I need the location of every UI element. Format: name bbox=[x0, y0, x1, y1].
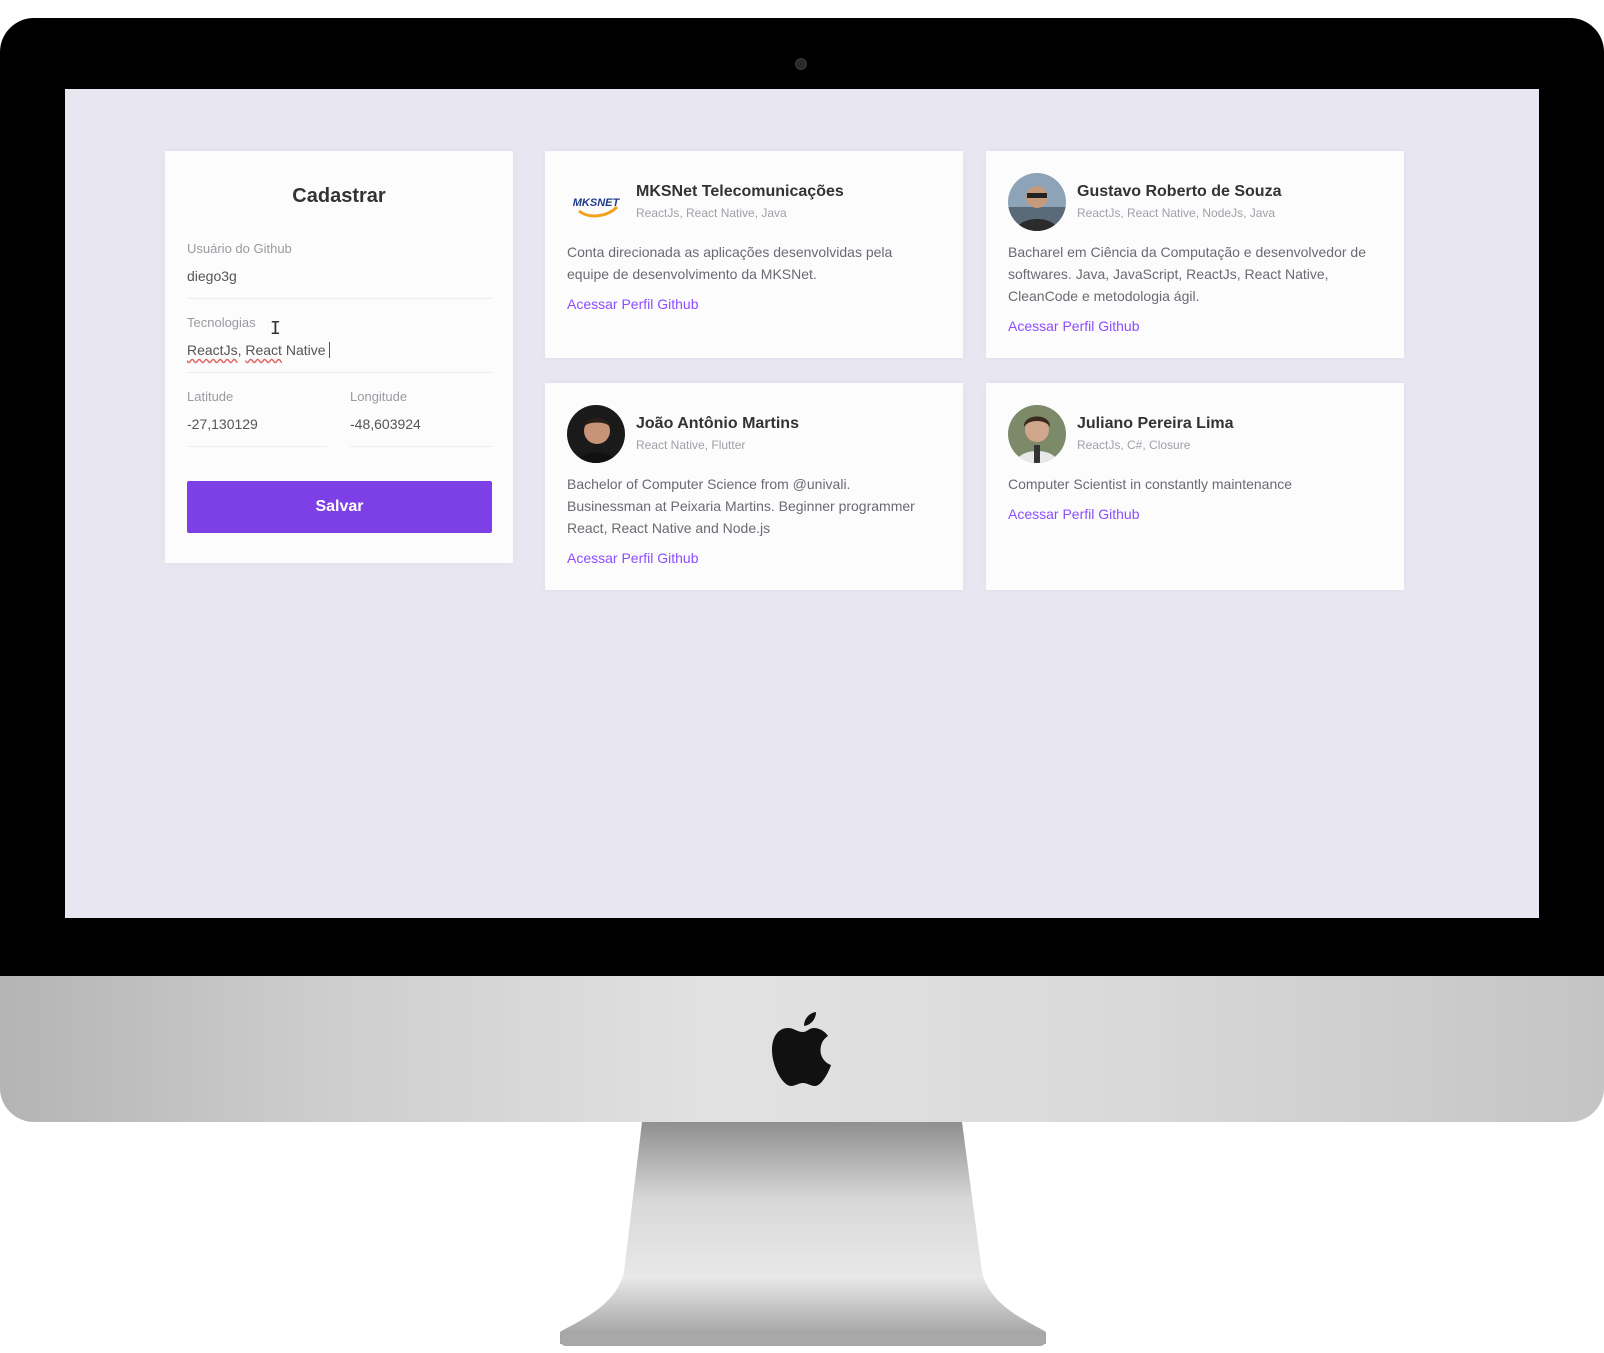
techs-input[interactable]: ReactJs, React Native bbox=[187, 342, 492, 373]
latitude-field: Latitude -27,130129 bbox=[187, 389, 327, 447]
mksnet-logo-text: MKSNET bbox=[573, 197, 621, 209]
github-user-label: Usuário do Github bbox=[187, 241, 292, 256]
dev-bio: Conta direcionada as aplicações desenvol… bbox=[567, 244, 893, 282]
dev-name: Gustavo Roberto de Souza bbox=[1077, 183, 1282, 200]
dev-card: MKSNET MKSNet Telecomunicações ReactJs, … bbox=[545, 151, 963, 358]
apple-logo-icon bbox=[772, 1012, 831, 1086]
dev-card: João Antônio Martins React Native, Flutt… bbox=[545, 383, 963, 590]
dev-card: Gustavo Roberto de Souza ReactJs, React … bbox=[986, 151, 1404, 358]
text-caret bbox=[328, 342, 330, 358]
github-profile-link[interactable]: Acessar Perfil Github bbox=[567, 296, 699, 312]
github-user-input[interactable]: diego3g bbox=[187, 268, 492, 299]
latitude-label: Latitude bbox=[187, 389, 234, 404]
app-screen: Cadastrar Usuário do Github diego3g Tecn… bbox=[65, 89, 1539, 918]
monitor-chin bbox=[0, 976, 1604, 1122]
dev-card: Juliano Pereira Lima ReactJs, C#, Closur… bbox=[986, 383, 1404, 590]
user-photo-icon bbox=[1008, 405, 1066, 463]
techs-value-part3: Native bbox=[281, 342, 326, 358]
dev-bio: Computer Scientist in constantly mainten… bbox=[1008, 476, 1293, 492]
latitude-input[interactable]: -27,130129 bbox=[187, 416, 327, 447]
user-photo-icon bbox=[1008, 173, 1066, 231]
longitude-field: Longitude -48,603924 bbox=[350, 389, 492, 447]
techs-label: Tecnologias bbox=[187, 315, 256, 330]
save-button[interactable]: Salvar bbox=[187, 481, 492, 533]
dev-techs: ReactJs, React Native, Java bbox=[636, 206, 787, 220]
dev-techs: React Native, Flutter bbox=[636, 438, 746, 452]
github-user-field: Usuário do Github diego3g bbox=[187, 241, 492, 299]
dev-name: Juliano Pereira Lima bbox=[1077, 415, 1234, 432]
form-title: Cadastrar bbox=[292, 185, 386, 207]
mksnet-logo-icon: MKSNET bbox=[567, 173, 625, 231]
techs-value-part1: ReactJs bbox=[187, 342, 238, 358]
github-profile-link[interactable]: Acessar Perfil Github bbox=[1008, 318, 1140, 334]
techs-value-part2: React bbox=[245, 342, 282, 358]
dev-name: João Antônio Martins bbox=[636, 415, 799, 432]
dev-techs: ReactJs, React Native, NodeJs, Java bbox=[1077, 206, 1276, 220]
github-profile-link[interactable]: Acessar Perfil Github bbox=[567, 550, 699, 566]
register-form: Cadastrar Usuário do Github diego3g Tecn… bbox=[165, 151, 513, 563]
text-cursor-icon: I bbox=[270, 318, 281, 339]
dev-bio: Bachelor of Computer Science from @univa… bbox=[567, 476, 915, 536]
camera-icon bbox=[795, 58, 807, 70]
longitude-label: Longitude bbox=[350, 389, 408, 404]
dev-name: MKSNet Telecomunicações bbox=[636, 183, 844, 200]
user-photo-icon bbox=[567, 405, 625, 463]
dev-techs: ReactJs, C#, Closure bbox=[1077, 438, 1191, 452]
monitor-stand bbox=[560, 1122, 1046, 1346]
dev-bio: Bacharel em Ciência da Computação e dese… bbox=[1008, 244, 1366, 304]
github-profile-link[interactable]: Acessar Perfil Github bbox=[1008, 506, 1140, 522]
techs-field: Tecnologias ReactJs, React Native I bbox=[187, 315, 492, 373]
longitude-input[interactable]: -48,603924 bbox=[350, 416, 492, 447]
